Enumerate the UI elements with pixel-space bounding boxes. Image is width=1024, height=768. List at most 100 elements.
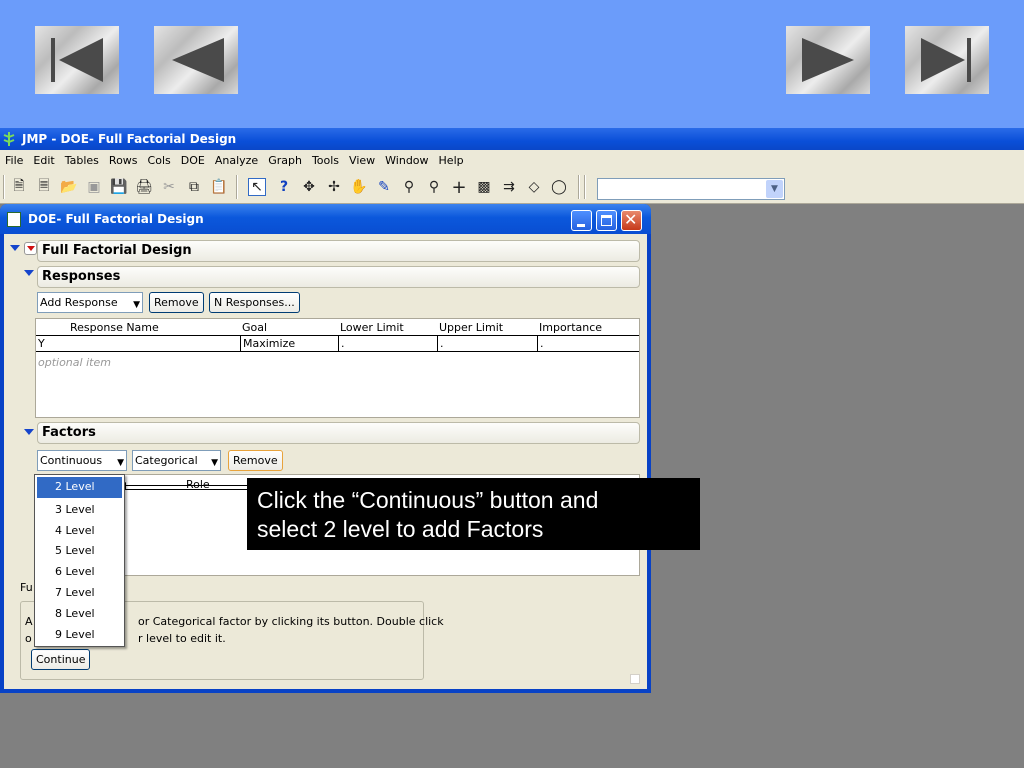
doe-window-icon — [7, 212, 21, 227]
responses-table: Response Name Goal Lower Limit Upper Lim… — [35, 318, 640, 418]
previous-slide-button[interactable] — [154, 26, 238, 94]
col-goal: Goal — [242, 321, 268, 334]
menu-tools[interactable]: Tools — [307, 154, 344, 167]
dropdown-item-8-level[interactable]: 8 Level — [35, 604, 124, 625]
toolbar-combo-box[interactable]: ▼ — [597, 178, 785, 200]
responses-title: Responses — [42, 269, 121, 284]
red-triangle-menu-icon[interactable] — [24, 242, 37, 255]
minimize-icon — [577, 224, 585, 227]
first-slide-icon — [51, 38, 103, 82]
upper-limit-cell[interactable]: . — [440, 337, 444, 350]
dropdown-item-6-level[interactable]: 6 Level — [35, 562, 124, 583]
annotate-icon[interactable]: ▩ — [475, 178, 493, 196]
outline-full-factorial-design[interactable]: Full Factorial Design — [37, 240, 640, 262]
categorical-button[interactable]: Categorical ▼ — [132, 450, 221, 471]
open-folder-icon[interactable]: 📂 — [60, 178, 78, 196]
first-slide-button[interactable] — [35, 26, 119, 94]
factors-header[interactable]: Factors — [37, 422, 640, 444]
menu-graph[interactable]: Graph — [263, 154, 307, 167]
next-slide-button[interactable] — [786, 26, 870, 94]
import-icon[interactable]: ▣ — [85, 178, 103, 196]
add-response-button[interactable]: Add Response ▼ — [37, 292, 143, 313]
table-row[interactable]: Y Maximize . . . — [36, 336, 639, 352]
cut-icon[interactable]: ✂ — [160, 178, 178, 196]
responses-disclosure-icon[interactable] — [24, 270, 34, 276]
continue-button[interactable]: Continue — [31, 649, 91, 670]
outline-title: Full Factorial Design — [42, 243, 192, 258]
polygon-icon[interactable]: ◇ — [525, 178, 543, 196]
copy-icon[interactable]: ⧉ — [185, 178, 203, 196]
header-divider — [120, 485, 250, 486]
magnifier-icon[interactable]: ⚲ — [425, 178, 443, 196]
toolbar-separator — [584, 175, 586, 199]
close-button[interactable]: ✕ — [621, 210, 642, 231]
app-title: JMP - DOE- Full Factorial Design — [22, 132, 237, 146]
menu-file[interactable]: File — [0, 154, 28, 167]
section-label: Fu — [20, 581, 33, 594]
lasso-icon[interactable]: ⚲ — [400, 178, 418, 196]
menu-window[interactable]: Window — [380, 154, 433, 167]
menu-analyze[interactable]: Analyze — [210, 154, 263, 167]
new-document-icon[interactable]: 🗏 — [35, 178, 53, 196]
n-responses-button[interactable]: N Responses... — [209, 292, 300, 313]
menu-doe[interactable]: DOE — [176, 154, 210, 167]
response-name-cell[interactable]: Y — [38, 337, 45, 350]
help-question-icon[interactable]: ? — [275, 178, 293, 196]
paste-icon[interactable]: 📋 — [210, 178, 228, 196]
last-slide-button[interactable] — [905, 26, 989, 94]
save-icon[interactable]: 💾 — [110, 178, 128, 196]
menu-cols[interactable]: Cols — [143, 154, 176, 167]
previous-slide-icon — [172, 38, 224, 82]
move-icon[interactable]: ✢ — [325, 178, 343, 196]
disclosure-triangle-icon[interactable] — [10, 245, 20, 251]
dropdown-item-2-level[interactable]: 2 Level — [37, 477, 122, 498]
factors-title: Factors — [42, 425, 96, 440]
menu-edit[interactable]: Edit — [28, 154, 59, 167]
dropdown-item-3-level[interactable]: 3 Level — [35, 500, 124, 521]
remove-response-button[interactable]: Remove — [149, 292, 204, 313]
menu-rows[interactable]: Rows — [104, 154, 143, 167]
goal-cell[interactable]: Maximize — [243, 337, 295, 350]
col-lower-limit: Lower Limit — [340, 321, 404, 334]
header-divider — [120, 489, 250, 490]
factors-disclosure-icon[interactable] — [24, 429, 34, 435]
add-response-label: Add Response — [40, 296, 118, 309]
continuous-button[interactable]: Continuous ▼ — [37, 450, 127, 471]
arrow-pointer-icon[interactable]: ↖ — [248, 178, 266, 196]
new-icon[interactable]: 🗎 — [10, 178, 28, 196]
line-icon[interactable]: ⇉ — [500, 178, 518, 196]
close-icon: ✕ — [624, 210, 638, 229]
minimize-button[interactable] — [571, 210, 592, 231]
col-upper-limit: Upper Limit — [439, 321, 504, 334]
menu-help[interactable]: Help — [434, 154, 469, 167]
menu-view[interactable]: View — [344, 154, 380, 167]
categorical-label: Categorical — [135, 454, 198, 467]
menu-bar: File Edit Tables Rows Cols DOE Analyze G… — [0, 150, 1024, 170]
optional-item-label: optional item — [38, 356, 111, 369]
lower-limit-cell[interactable]: . — [341, 337, 345, 350]
dropdown-item-4-level[interactable]: 4 Level — [35, 521, 124, 542]
resize-grip-icon[interactable] — [630, 674, 640, 684]
brush-icon[interactable]: ✎ — [375, 178, 393, 196]
dropdown-item-5-level[interactable]: 5 Level — [35, 541, 124, 562]
print-icon[interactable]: 🖨 — [135, 178, 153, 196]
callout-line-1: Click the “Continuous” button and — [257, 487, 599, 513]
toolbar-separator — [236, 175, 238, 199]
responses-header[interactable]: Responses — [37, 266, 640, 288]
menu-tables[interactable]: Tables — [60, 154, 104, 167]
doe-window-titlebar: DOE- Full Factorial Design — [0, 204, 651, 234]
circle-icon[interactable]: ◯ — [550, 178, 568, 196]
dropdown-item-7-level[interactable]: 7 Level — [35, 583, 124, 604]
last-slide-icon — [921, 38, 971, 82]
plus-icon[interactable]: + — [450, 177, 468, 198]
maximize-button[interactable] — [596, 210, 617, 231]
importance-cell[interactable]: . — [540, 337, 544, 350]
jmp-logo-icon — [3, 132, 15, 146]
doe-window-title: DOE- Full Factorial Design — [28, 212, 204, 226]
crosshair-icon[interactable]: ✥ — [300, 178, 318, 196]
chevron-down-icon[interactable]: ▼ — [766, 180, 783, 198]
hand-icon[interactable]: ✋ — [350, 178, 368, 196]
dropdown-item-9-level[interactable]: 9 Level — [35, 625, 124, 646]
next-slide-icon — [802, 38, 854, 82]
remove-factor-button[interactable]: Remove — [228, 450, 283, 471]
